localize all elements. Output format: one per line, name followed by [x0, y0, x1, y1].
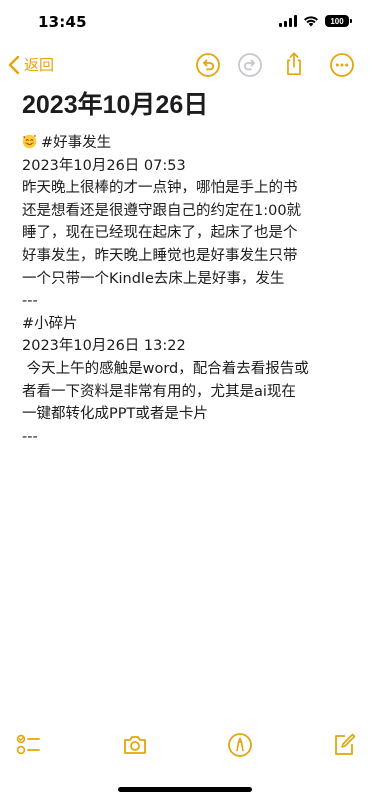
nav-bar: 返回	[0, 48, 369, 84]
compose-icon[interactable]	[331, 732, 357, 758]
note-line: 一个只带一个Kindle去床上是好事，发生	[22, 270, 285, 287]
share-icon[interactable]	[281, 51, 307, 77]
note-line-tag: #好事发生	[22, 132, 353, 155]
smiling-face-with-hearts-emoji	[22, 134, 37, 149]
status-time: 13:45	[38, 13, 87, 31]
note-title: 2023年10月26日	[22, 91, 209, 119]
camera-icon[interactable]	[122, 732, 148, 758]
note-line: 一键都转化成PPT或者是卡片	[22, 406, 208, 423]
note-line: 者看一下资料是非常有用的，尤其是ai现在	[22, 383, 296, 400]
undo-icon[interactable]	[195, 52, 221, 78]
note-divider-text: ---	[22, 428, 38, 445]
note-line: 2023年10月26日 07:53	[22, 157, 186, 174]
note-line: #小碎片	[22, 315, 78, 332]
note-tag-text: #好事发生	[41, 135, 112, 151]
bottom-toolbar	[0, 732, 369, 762]
chevron-left-icon	[8, 55, 20, 74]
home-indicator	[117, 787, 252, 792]
note-body: #好事发生 2023年10月26日 07:53 昨天晚上很棒的才一点钟，哪怕是手…	[22, 132, 353, 448]
notes-screen: 13:45 100 返回 2023年10月26日 #好事发生 2023年10月2…	[0, 0, 369, 800]
note-line: 好事发生，昨天晚上睡觉也是好事发生只带	[22, 247, 298, 264]
checklist-icon[interactable]	[16, 732, 42, 758]
back-button[interactable]: 返回	[8, 54, 54, 75]
wifi-icon	[304, 16, 318, 27]
redo-icon[interactable]	[237, 52, 263, 78]
status-bar: 13:45 100	[0, 0, 369, 44]
note-editor[interactable]: 2023年10月26日 #好事发生 2023年10月26日 07:53 昨天晚上…	[22, 88, 353, 448]
note-line: 今天上午的感触是word，配合着去看报告或	[22, 360, 309, 377]
cellular-signal-icon	[279, 15, 297, 27]
battery-icon: 100	[325, 15, 352, 27]
note-divider-text: ---	[22, 293, 38, 310]
more-icon[interactable]	[329, 52, 355, 78]
markup-pen-icon[interactable]	[227, 732, 253, 758]
back-label: 返回	[24, 56, 55, 74]
note-line: 睡了，现在已经现在起床了，起床了也是个	[22, 225, 298, 242]
status-icons: 100	[279, 15, 352, 27]
note-line: 昨天晚上很棒的才一点钟，哪怕是手上的书	[22, 180, 298, 197]
note-line: 还是想看还是很遵守跟自己的约定在1:00就	[22, 202, 302, 219]
note-line: 2023年10月26日 13:22	[22, 338, 186, 355]
